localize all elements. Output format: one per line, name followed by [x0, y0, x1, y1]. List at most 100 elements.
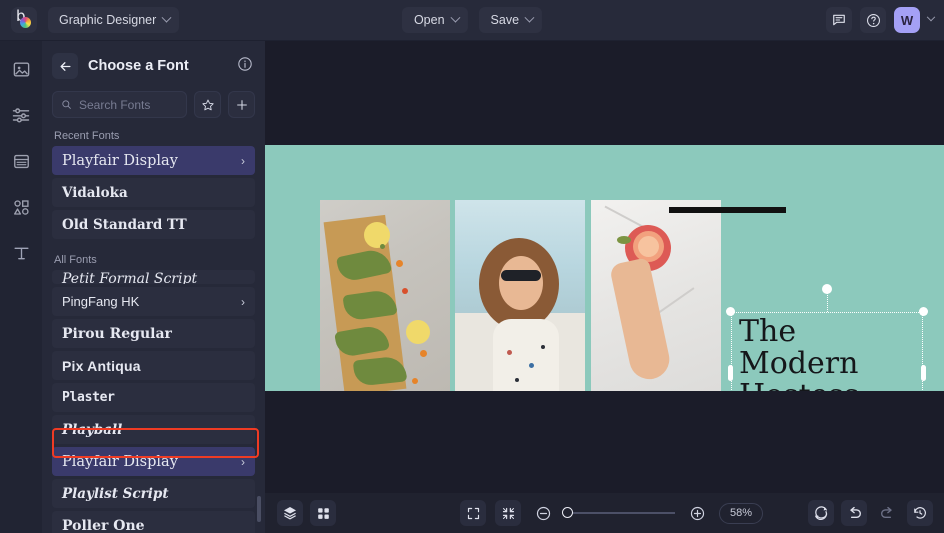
back-arrow-icon	[58, 59, 73, 74]
help-circle-icon	[866, 13, 881, 28]
resize-handle-right[interactable]	[921, 365, 926, 381]
shapes-icon	[12, 198, 31, 217]
account-chevron-down-icon[interactable]	[927, 13, 935, 21]
woman-sunglasses-photo[interactable]	[455, 200, 585, 391]
redo-button[interactable]	[874, 500, 900, 526]
zoom-in-button[interactable]	[684, 500, 710, 526]
sidebar-item-layout[interactable]	[8, 149, 34, 173]
top-bar-right: W	[826, 7, 934, 33]
font-name-label: Vidaloka	[62, 185, 128, 201]
history-button[interactable]	[907, 500, 933, 526]
font-name-label: Plaster	[62, 390, 115, 405]
resize-handle-left[interactable]	[728, 365, 733, 381]
all-fonts-label: All Fonts	[42, 242, 265, 270]
font-name-label: Old Standard TT	[62, 217, 187, 233]
reset-button[interactable]	[808, 500, 834, 526]
undo-button[interactable]	[841, 500, 867, 526]
list-item-clipped[interactable]: Petit Formal Script	[52, 270, 255, 284]
zoom-in-icon	[689, 505, 706, 522]
zoom-out-button[interactable]	[530, 500, 556, 526]
list-item[interactable]: PingFang HK ›	[52, 287, 255, 316]
zoom-slider[interactable]	[565, 512, 675, 514]
list-item[interactable]: Poller One	[52, 511, 255, 533]
chevron-down-icon	[162, 12, 172, 22]
search-icon	[61, 98, 72, 111]
search-box[interactable]	[52, 91, 187, 118]
all-fonts-list-wrap: Petit Formal Script PingFang HK › Pirou Re…	[42, 270, 265, 533]
left-tool-rail	[0, 41, 42, 533]
font-name-label: PingFang HK	[62, 294, 139, 309]
font-name-label: Pirou Regular	[62, 326, 172, 342]
list-item[interactable]: Playlist Script	[52, 479, 255, 508]
resize-handle-top-right[interactable]	[919, 307, 928, 316]
list-item[interactable]: Pix Antiqua	[52, 351, 255, 380]
history-icon	[912, 505, 928, 521]
zoom-level-display[interactable]: 58%	[719, 503, 763, 524]
canvas-area[interactable]: TheModernHostess	[265, 41, 944, 533]
artboard[interactable]: TheModernHostess	[265, 145, 944, 391]
document-name-dropdown[interactable]: Graphic Designer	[48, 7, 179, 33]
black-divider-bar[interactable]	[669, 207, 786, 213]
app-root: b Graphic Designer Open Save	[0, 0, 944, 533]
bazaart-logo[interactable]: b	[11, 7, 37, 33]
grid-icon	[316, 506, 331, 521]
search-input[interactable]	[79, 98, 178, 112]
font-name-label: Playlist Script	[62, 486, 169, 502]
avocado-toast-photo[interactable]	[320, 200, 450, 391]
chevron-right-icon: ›	[241, 455, 245, 469]
image-icon	[12, 60, 31, 79]
fit-screen-icon	[466, 506, 481, 521]
info-button[interactable]	[237, 56, 253, 77]
plus-icon	[235, 98, 249, 112]
back-button[interactable]	[52, 53, 78, 79]
zoom-level-value: 58%	[730, 507, 752, 519]
list-item[interactable]: Playfair Display›	[52, 447, 255, 476]
list-item[interactable]: Old Standard TT	[52, 210, 255, 239]
grid-button[interactable]	[310, 500, 336, 526]
sidebar-item-text[interactable]	[8, 241, 34, 265]
undo-icon	[846, 505, 863, 522]
layers-button[interactable]	[277, 500, 303, 526]
add-font-button[interactable]	[228, 91, 255, 118]
panel-scrollbar[interactable]	[257, 496, 261, 522]
resize-handle-top-left[interactable]	[726, 307, 735, 316]
chevron-down-icon	[525, 12, 535, 22]
redo-icon	[879, 505, 896, 522]
collapse-icon	[501, 506, 516, 521]
rotate-handle[interactable]	[822, 284, 832, 294]
open-button[interactable]: Open	[402, 7, 468, 33]
list-item[interactable]: Plaster	[52, 383, 255, 412]
grapefruit-cocktail-photo[interactable]	[591, 200, 721, 391]
document-name-label: Graphic Designer	[59, 13, 156, 27]
zoom-slider-knob[interactable]	[562, 507, 573, 518]
info-circle-icon	[237, 56, 253, 72]
page-title: Choose a Font	[88, 58, 227, 74]
fit-screen-button[interactable]	[460, 500, 486, 526]
sidebar-item-shapes[interactable]	[8, 195, 34, 219]
list-item[interactable]: Vidaloka	[52, 178, 255, 207]
selection-border	[731, 312, 923, 391]
all-fonts-list: PingFang HK › Pirou Regular Pix Antiqua Plas…	[52, 287, 255, 533]
sidebar-item-image[interactable]	[8, 57, 34, 81]
open-label: Open	[414, 13, 445, 27]
zoom-controls: 58%	[460, 500, 763, 526]
favorites-button[interactable]	[194, 91, 221, 118]
list-item[interactable]: Pirou Regular	[52, 319, 255, 348]
text-layer-selection[interactable]: TheModernHostess	[731, 312, 923, 391]
sidebar-item-adjust[interactable]	[8, 103, 34, 127]
help-button[interactable]	[860, 7, 886, 33]
sliders-icon	[11, 105, 31, 125]
chevron-right-icon: ›	[241, 295, 245, 309]
star-icon	[201, 98, 215, 112]
save-label: Save	[491, 13, 520, 27]
layout-icon	[12, 152, 31, 171]
save-button[interactable]: Save	[479, 7, 543, 33]
list-item[interactable]: Playball	[52, 415, 255, 444]
font-name-label: Poller One	[62, 518, 145, 533]
user-avatar[interactable]: W	[894, 7, 920, 33]
chat-button[interactable]	[826, 7, 852, 33]
list-item[interactable]: Playfair Display›	[52, 146, 255, 175]
zoom-out-icon	[535, 505, 552, 522]
chevron-down-icon	[450, 12, 460, 22]
collapse-button[interactable]	[495, 500, 521, 526]
